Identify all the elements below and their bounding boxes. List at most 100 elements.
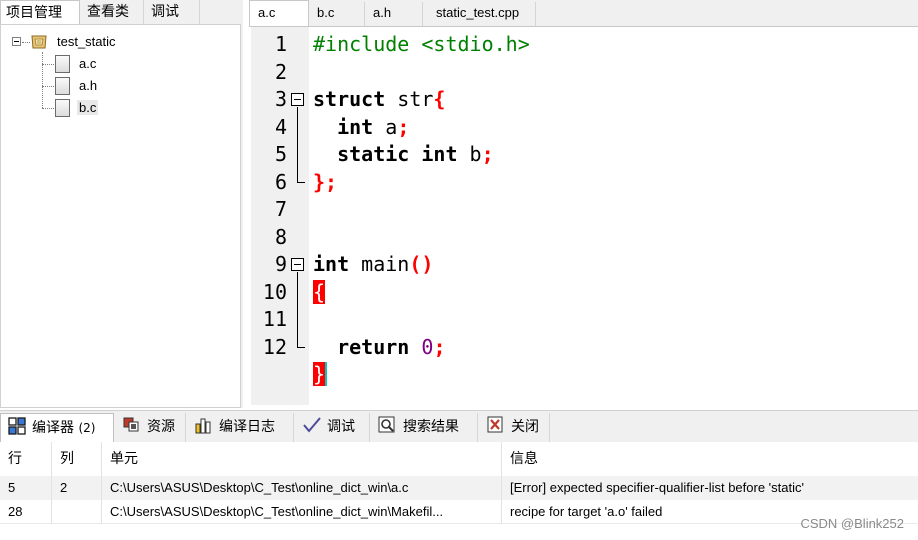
close-icon (487, 416, 503, 433)
code-line-1: #include <stdio.h> (313, 32, 530, 56)
keyword: int (421, 142, 458, 166)
tab-close[interactable]: 关闭 (480, 413, 550, 442)
line-number: 12 (262, 334, 287, 359)
semicolon: ; (397, 114, 410, 139)
line-number: 11 (262, 307, 287, 331)
tree-collapse-toggle[interactable] (12, 37, 21, 46)
column-header-unit[interactable]: 单元 (102, 442, 502, 476)
table-row[interactable]: 5 2 C:\Users\ASUS\Desktop\C_Test\online_… (0, 476, 918, 500)
cell-message: [Error] expected specifier-qualifier-lis… (510, 480, 804, 495)
semicolon: ; (433, 334, 446, 359)
identifier: b (457, 142, 482, 166)
fold-guide (297, 107, 298, 182)
fold-end (297, 182, 305, 183)
cell-line: 28 (0, 500, 52, 524)
tab-search-results[interactable]: 搜索结果 (372, 413, 478, 442)
line-number: 3 (274, 87, 287, 111)
cell-unit: C:\Users\ASUS\Desktop\C_Test\online_dict… (102, 476, 502, 500)
keyword: int (337, 114, 374, 139)
tab-class-view[interactable]: 查看类 (82, 0, 144, 24)
tab-debug[interactable]: 调试 (296, 413, 370, 442)
tab-compile-log[interactable]: 编译日志 (188, 413, 294, 442)
tab-debug-watch[interactable]: 调试 (146, 0, 200, 24)
tab-label: 调试 (327, 419, 355, 435)
file-icon (55, 99, 70, 117)
tree-item-label: a.h (79, 78, 98, 93)
line-number: 5 (274, 142, 287, 166)
tab-b-c[interactable]: b.c (309, 2, 365, 26)
code-line-4: int a; (313, 114, 409, 142)
fold-end (297, 347, 305, 348)
compiler-messages-table: 行 列 单元 信息 5 2 C:\Users\ASUS\Desktop\C_Te… (0, 442, 918, 540)
resources-icon (123, 417, 139, 432)
column-header-line[interactable]: 行 (0, 442, 52, 476)
line-number: 2 (274, 59, 287, 84)
code-line-5: static int b; (313, 141, 494, 169)
number-literal: 0 (421, 334, 434, 359)
compiler-grid-icon (8, 417, 26, 435)
tab-label: 编译日志 (219, 419, 275, 435)
line-number: 4 (274, 114, 287, 139)
cell-column (52, 500, 102, 524)
line-number-gutter: 1 2 3 4 5 6 7 8 9 10 11 12 (251, 27, 309, 405)
keyword: return (337, 334, 410, 359)
identifier: str (385, 87, 434, 111)
code-line-11: return 0; (313, 334, 445, 362)
tab-a-h[interactable]: a.h (365, 2, 423, 26)
matched-brace-close: } (313, 362, 326, 386)
code-line-9: { (313, 279, 326, 307)
bottom-tab-bar: 编译器 (2) 资源 编译日志 调试 搜索结果 关闭 (0, 410, 918, 442)
tab-resources[interactable]: 资源 (116, 413, 186, 442)
cell-unit: C:\Users\ASUS\Desktop\C_Test\online_dict… (102, 500, 502, 524)
keyword: static (337, 142, 410, 166)
tree-item-label: b.c (77, 100, 99, 115)
cell-column: 2 (52, 476, 102, 500)
line-number: 6 (274, 169, 287, 194)
code-line-12: } (313, 361, 326, 389)
tab-label: 编译器 (32, 420, 74, 436)
project-panel: 项目管理 查看类 调试 test_static a.c a.h b.c (0, 0, 243, 408)
line-number: 10 (262, 279, 287, 304)
tab-project-manager[interactable]: 项目管理 (0, 0, 80, 25)
left-tab-bar: 项目管理 查看类 调试 (0, 0, 243, 25)
matched-brace-open: { (313, 279, 326, 304)
keyword: struct (313, 87, 386, 111)
fold-toggle-struct[interactable] (291, 93, 304, 106)
project-tree: test_static a.c a.h b.c (0, 24, 241, 408)
line-number: 8 (274, 224, 287, 249)
line-number: 7 (274, 197, 287, 221)
brace: { (433, 87, 446, 111)
line-number: 9 (274, 252, 287, 276)
code-line-6: }; (313, 169, 338, 194)
error-count: (2) (78, 421, 96, 435)
tab-label: 搜索结果 (403, 419, 459, 435)
identifier: main (349, 252, 410, 276)
fold-guide (297, 272, 298, 347)
semicolon: ; (481, 142, 494, 166)
identifier: a (373, 114, 398, 139)
file-icon (55, 77, 70, 95)
file-icon (55, 55, 70, 73)
code-editor[interactable]: 1 2 3 4 5 6 7 8 9 10 11 12 #include <std… (249, 26, 918, 408)
tab-label: 资源 (147, 419, 175, 435)
tree-connector (42, 52, 43, 108)
tree-item-label: a.c (79, 56, 97, 71)
tab-compiler[interactable]: 编译器 (2) (0, 413, 114, 442)
fold-toggle-main[interactable] (291, 258, 304, 271)
code-line-8: int main() (313, 251, 433, 279)
editor-tab-bar: a.c b.c a.h static_test.cpp (249, 0, 918, 27)
tab-static-test-cpp[interactable]: static_test.cpp (428, 2, 536, 26)
tab-label: 关闭 (511, 419, 539, 435)
project-folder-icon (31, 35, 47, 49)
keyword: int (313, 252, 350, 276)
line-number: 1 (274, 32, 287, 56)
tab-a-c[interactable]: a.c (249, 0, 309, 27)
watermark: CSDN @Blink252 (800, 516, 904, 531)
cell-line: 5 (0, 476, 52, 500)
checkmark-icon (303, 417, 321, 433)
table-row[interactable]: 28 C:\Users\ASUS\Desktop\C_Test\online_d… (0, 500, 918, 524)
column-header-column[interactable]: 列 (52, 442, 102, 476)
project-node-test-static[interactable]: test_static (57, 34, 116, 49)
column-header-message[interactable]: 信息 (502, 442, 918, 476)
code-line-3: struct str{ (313, 86, 445, 114)
